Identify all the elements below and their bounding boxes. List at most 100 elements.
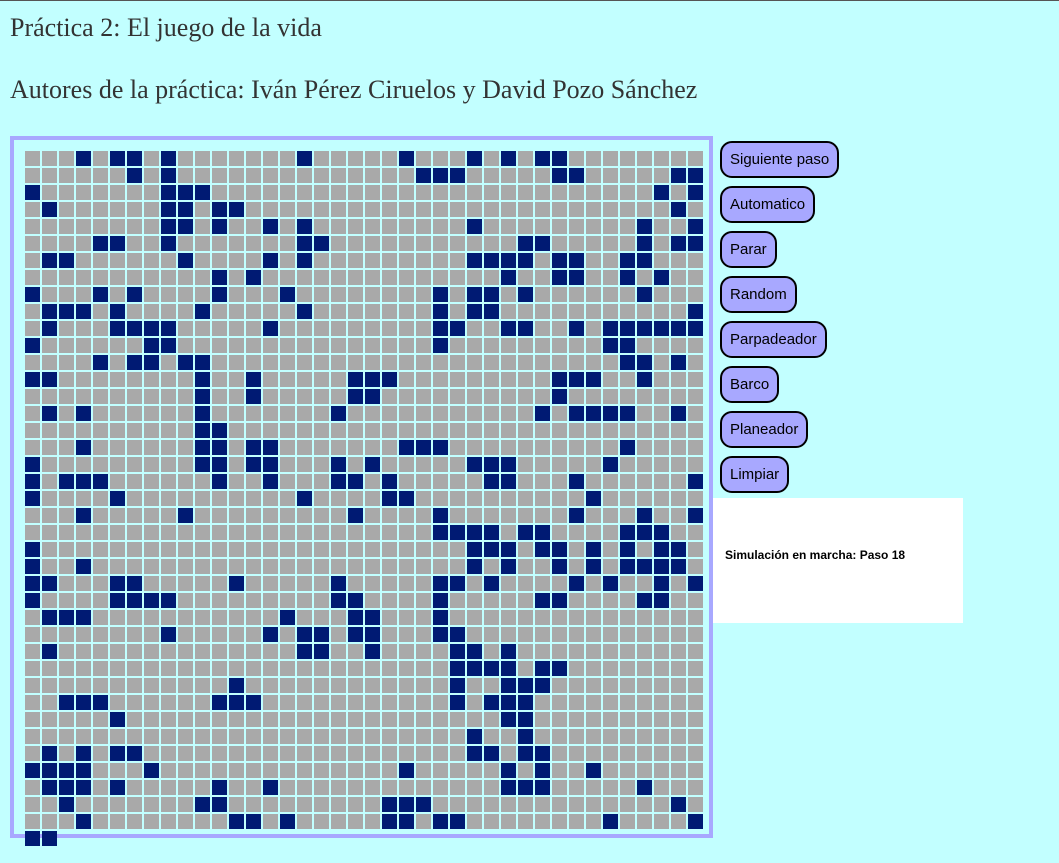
cell-dead[interactable] <box>314 780 329 795</box>
cell-dead[interactable] <box>246 780 261 795</box>
cell-dead[interactable] <box>450 746 465 761</box>
cell-dead[interactable] <box>280 525 295 540</box>
cell-dead[interactable] <box>688 678 703 693</box>
cell-dead[interactable] <box>263 338 278 353</box>
cell-dead[interactable] <box>93 457 108 472</box>
cell-dead[interactable] <box>467 270 482 285</box>
cell-dead[interactable] <box>195 576 210 591</box>
cell-dead[interactable] <box>603 661 618 676</box>
cell-alive[interactable] <box>365 457 380 472</box>
cell-dead[interactable] <box>552 491 567 506</box>
cell-dead[interactable] <box>331 321 346 336</box>
cell-dead[interactable] <box>348 661 363 676</box>
cell-dead[interactable] <box>637 474 652 489</box>
cell-dead[interactable] <box>654 627 669 642</box>
cell-alive[interactable] <box>620 525 635 540</box>
cell-dead[interactable] <box>178 491 193 506</box>
cell-alive[interactable] <box>518 712 533 727</box>
cell-dead[interactable] <box>331 712 346 727</box>
cell-dead[interactable] <box>399 576 414 591</box>
cell-dead[interactable] <box>93 321 108 336</box>
cell-alive[interactable] <box>365 372 380 387</box>
cell-alive[interactable] <box>25 491 40 506</box>
cell-dead[interactable] <box>280 185 295 200</box>
cell-dead[interactable] <box>25 678 40 693</box>
cell-dead[interactable] <box>59 185 74 200</box>
cell-dead[interactable] <box>348 185 363 200</box>
cell-dead[interactable] <box>382 270 397 285</box>
cell-dead[interactable] <box>569 287 584 302</box>
random-button[interactable]: Random <box>720 276 797 313</box>
cell-dead[interactable] <box>671 151 686 166</box>
cell-alive[interactable] <box>144 763 159 778</box>
cell-dead[interactable] <box>569 763 584 778</box>
cell-alive[interactable] <box>399 440 414 455</box>
cell-dead[interactable] <box>263 610 278 625</box>
cell-dead[interactable] <box>93 780 108 795</box>
cell-alive[interactable] <box>42 253 57 268</box>
cell-alive[interactable] <box>450 168 465 183</box>
cell-dead[interactable] <box>297 372 312 387</box>
cell-dead[interactable] <box>518 355 533 370</box>
cell-alive[interactable] <box>654 270 669 285</box>
cell-dead[interactable] <box>365 253 380 268</box>
cell-dead[interactable] <box>178 423 193 438</box>
cell-dead[interactable] <box>59 440 74 455</box>
cell-dead[interactable] <box>688 661 703 676</box>
cell-alive[interactable] <box>484 253 499 268</box>
cell-dead[interactable] <box>365 508 380 523</box>
cell-dead[interactable] <box>229 763 244 778</box>
cell-dead[interactable] <box>450 763 465 778</box>
cell-dead[interactable] <box>620 763 635 778</box>
cell-dead[interactable] <box>195 270 210 285</box>
cell-dead[interactable] <box>280 304 295 319</box>
cell-dead[interactable] <box>586 712 601 727</box>
cell-alive[interactable] <box>484 525 499 540</box>
cell-dead[interactable] <box>433 695 448 710</box>
cell-alive[interactable] <box>637 508 652 523</box>
cell-dead[interactable] <box>195 627 210 642</box>
cell-dead[interactable] <box>263 406 278 421</box>
cell-dead[interactable] <box>263 712 278 727</box>
cell-dead[interactable] <box>467 440 482 455</box>
cell-alive[interactable] <box>467 304 482 319</box>
cell-dead[interactable] <box>518 814 533 829</box>
cell-dead[interactable] <box>484 270 499 285</box>
cell-dead[interactable] <box>229 389 244 404</box>
cell-dead[interactable] <box>484 355 499 370</box>
cell-alive[interactable] <box>76 508 91 523</box>
cell-dead[interactable] <box>25 746 40 761</box>
cell-dead[interactable] <box>399 236 414 251</box>
cell-dead[interactable] <box>314 270 329 285</box>
cell-dead[interactable] <box>382 287 397 302</box>
cell-dead[interactable] <box>688 440 703 455</box>
cell-alive[interactable] <box>501 270 516 285</box>
cell-alive[interactable] <box>127 151 142 166</box>
cell-dead[interactable] <box>127 814 142 829</box>
cell-dead[interactable] <box>348 236 363 251</box>
cell-dead[interactable] <box>59 338 74 353</box>
cell-dead[interactable] <box>144 253 159 268</box>
cell-dead[interactable] <box>467 406 482 421</box>
cell-alive[interactable] <box>229 678 244 693</box>
cell-dead[interactable] <box>365 559 380 574</box>
cell-dead[interactable] <box>127 491 142 506</box>
cell-alive[interactable] <box>263 457 278 472</box>
cell-dead[interactable] <box>535 559 550 574</box>
cell-dead[interactable] <box>161 389 176 404</box>
cell-alive[interactable] <box>76 304 91 319</box>
automatic-button[interactable]: Automatico <box>720 186 816 223</box>
cell-dead[interactable] <box>603 780 618 795</box>
cell-alive[interactable] <box>552 168 567 183</box>
cell-dead[interactable] <box>535 338 550 353</box>
cell-dead[interactable] <box>25 440 40 455</box>
cell-dead[interactable] <box>144 236 159 251</box>
cell-alive[interactable] <box>348 627 363 642</box>
cell-dead[interactable] <box>433 270 448 285</box>
cell-dead[interactable] <box>127 678 142 693</box>
cell-alive[interactable] <box>569 474 584 489</box>
cell-dead[interactable] <box>382 627 397 642</box>
cell-alive[interactable] <box>212 202 227 217</box>
cell-dead[interactable] <box>467 814 482 829</box>
cell-dead[interactable] <box>518 576 533 591</box>
